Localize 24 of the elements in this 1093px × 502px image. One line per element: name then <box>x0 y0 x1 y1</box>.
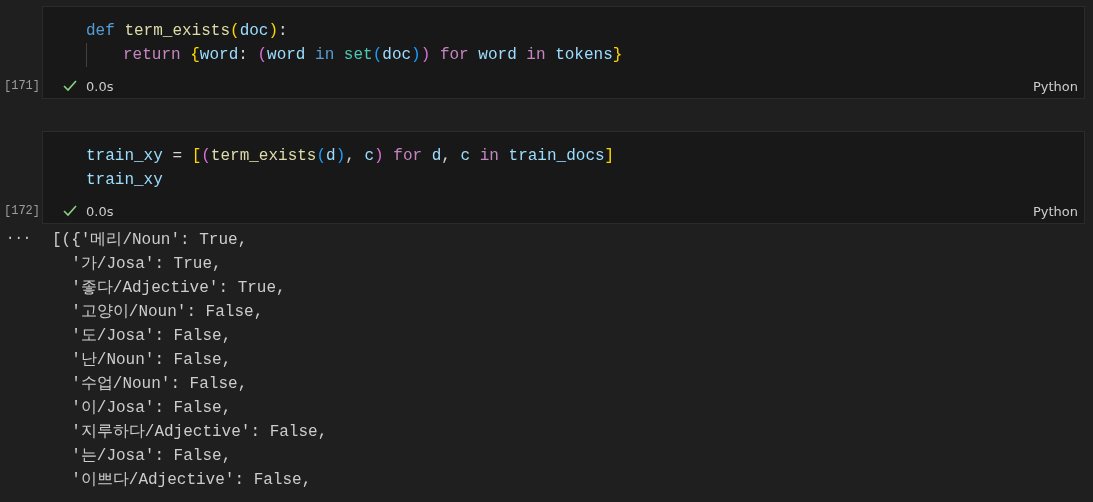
code-line: train_xy = [(term_exists(d), c) for d, c in train_docs] <box>86 146 615 167</box>
output-line: '가/Josa': True, <box>70 254 222 275</box>
more-actions-icon[interactable]: ··· <box>0 228 52 492</box>
code-cell[interactable]: train_xy = [(term_exists(d), c) for d, c in train_docs] train_xy 0.0s Python <box>42 131 1085 224</box>
code-line: return {word: (word in set(doc)) for word in tokens} <box>86 43 623 67</box>
code-line: train_xy <box>86 170 163 191</box>
output-line: [({'메리/Noun': True, <box>52 230 248 251</box>
output-line: '이쁘다/Adjective': False, <box>70 470 312 491</box>
execution-count: [172] <box>3 204 41 218</box>
execution-time: 0.0s <box>86 78 114 94</box>
output-line: '수업/Noun': False, <box>70 374 248 395</box>
output-line: '지루하다/Adjective': False, <box>70 422 328 443</box>
execution-count: [171] <box>3 79 41 93</box>
code-cell[interactable]: def term_exists(doc): return {word: (word in set(doc)) for word in tokens} 0.0s Python <box>42 6 1085 99</box>
code-line: def term_exists(doc): <box>86 21 288 42</box>
output-line: '는/Josa': False, <box>70 446 232 467</box>
output-line: '좋다/Adjective': True, <box>70 278 286 299</box>
language-label[interactable]: Python <box>1032 203 1078 219</box>
output-line: '난/Noun': False, <box>70 350 232 371</box>
output-line: '이/Josa': False, <box>70 398 232 419</box>
language-label[interactable]: Python <box>1032 78 1078 94</box>
output-line: '도/Josa': False, <box>70 326 232 347</box>
execution-time: 0.0s <box>86 203 114 219</box>
output-line: '고양이/Noun': False, <box>70 302 264 323</box>
